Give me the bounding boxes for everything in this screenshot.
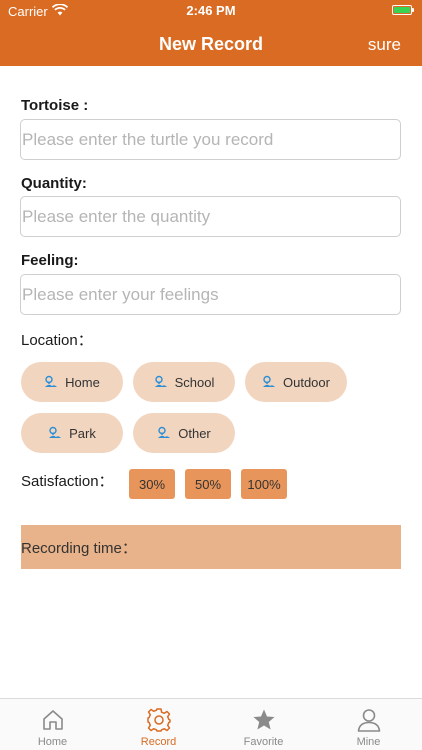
home-icon: [42, 710, 63, 730]
location-chip-home[interactable]: Home: [21, 362, 123, 402]
feeling-label: Feeling:: [21, 252, 79, 269]
quantity-input[interactable]: [21, 197, 400, 236]
location-chip-label: Outdoor: [283, 374, 330, 390]
battery-icon: [392, 5, 414, 15]
tortoise-label: Tortoise :: [21, 97, 89, 114]
tab-home-label: Home: [37, 736, 68, 748]
tab-home[interactable]: Home: [0, 699, 105, 750]
sure-button[interactable]: sure: [368, 35, 401, 55]
quantity-label: Quantity:: [21, 175, 87, 192]
satisfaction-50-button[interactable]: 50%: [185, 469, 231, 499]
satisfaction-30-button[interactable]: 30%: [129, 469, 175, 499]
location-pin-icon: [263, 375, 275, 387]
feeling-input[interactable]: [21, 275, 400, 314]
clock: 2:46 PM: [186, 3, 236, 18]
location-chip-other[interactable]: Other: [133, 413, 235, 453]
star-icon: [253, 709, 274, 730]
location-label: Location：: [21, 332, 93, 349]
recording-time-bar[interactable]: Recording time：: [21, 525, 401, 569]
satisfaction-100-button[interactable]: 100%: [241, 469, 287, 499]
tab-bar: Home Record Favorite Mine: [0, 698, 422, 750]
location-pin-icon: [45, 375, 58, 387]
location-chip-label: Park: [69, 425, 96, 441]
location-chip-label: Home: [65, 374, 100, 390]
satisfaction-label: Satisfaction：: [21, 473, 114, 490]
navigation-bar: Carrier 2:46 PM New Record sure: [0, 0, 422, 66]
location-pin-icon: [158, 426, 171, 438]
tab-mine-label: Mine: [356, 736, 381, 748]
feeling-field-wrap: [20, 274, 401, 315]
tab-favorite-label: Favorite: [243, 736, 284, 748]
location-pin-icon: [49, 426, 62, 438]
location-chip-park[interactable]: Park: [21, 413, 123, 453]
tab-record[interactable]: Record: [106, 699, 211, 750]
location-chip-label: Other: [178, 425, 211, 441]
location-chip-school[interactable]: School: [133, 362, 235, 402]
recording-time-label: Recording time：: [21, 539, 137, 557]
tortoise-input[interactable]: [21, 120, 400, 159]
location-chip-label: School: [174, 374, 215, 390]
tab-favorite[interactable]: Favorite: [211, 699, 316, 750]
status-bar: Carrier 2:46 PM: [0, 0, 422, 22]
user-icon: [357, 709, 380, 732]
tab-mine[interactable]: Mine: [316, 699, 421, 750]
quantity-field-wrap: [20, 196, 401, 237]
location-chip-outdoor[interactable]: Outdoor: [245, 362, 347, 402]
page-title: New Record: [158, 34, 264, 54]
gear-icon: [146, 708, 171, 732]
tab-record-label: Record: [140, 736, 177, 748]
tortoise-field-wrap: [20, 119, 401, 160]
location-pin-icon: [154, 375, 167, 387]
